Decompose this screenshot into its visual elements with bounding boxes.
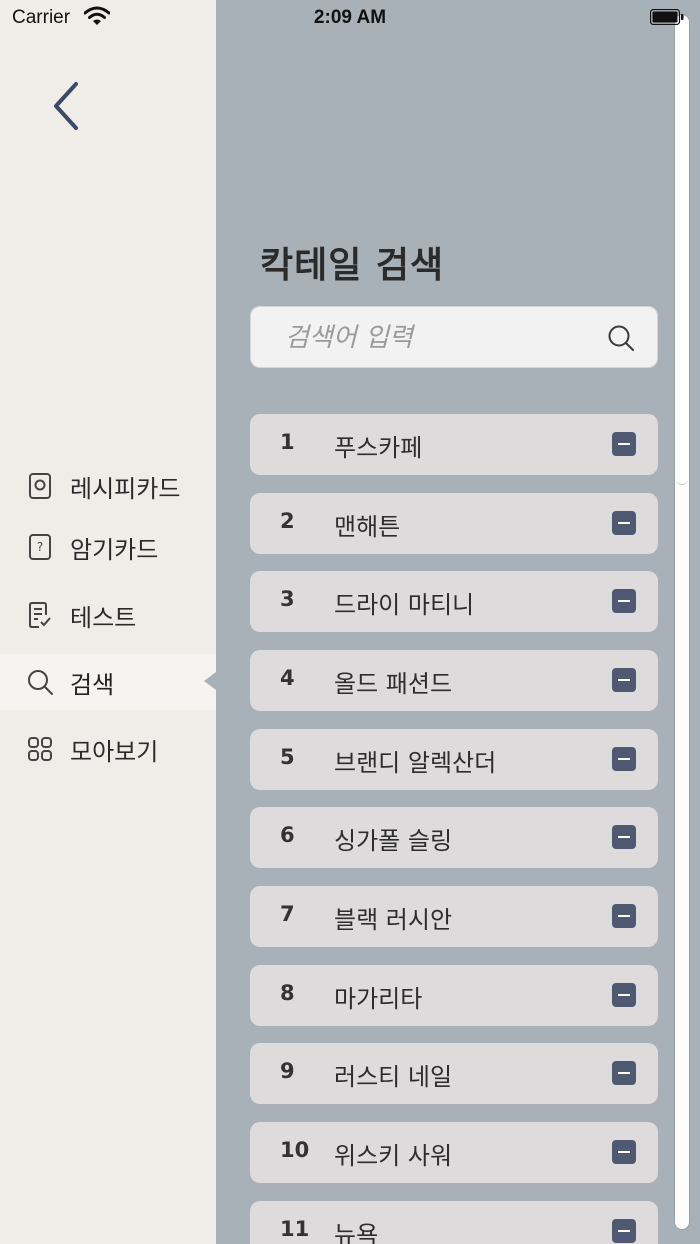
list-item[interactable]: 1 푸스카페 bbox=[250, 414, 658, 475]
status-bar: Carrier 2:09 AM bbox=[0, 0, 700, 36]
list-item[interactable]: 10 위스키 사워 bbox=[250, 1122, 658, 1183]
battery-icon bbox=[650, 9, 684, 25]
active-indicator bbox=[204, 672, 216, 690]
chevron-left-icon bbox=[54, 82, 78, 130]
item-name: 블랙 러시안 bbox=[334, 906, 453, 934]
list-item[interactable]: 3 드라이 마티니 bbox=[250, 571, 658, 632]
list-item[interactable]: 7 블랙 러시안 bbox=[250, 886, 658, 947]
item-name: 브랜디 알렉산더 bbox=[334, 749, 497, 777]
item-number: 7 bbox=[280, 902, 295, 926]
item-number: 6 bbox=[280, 823, 295, 847]
remove-button[interactable] bbox=[612, 904, 636, 928]
item-name: 뉴욕 bbox=[334, 1221, 379, 1244]
item-name: 올드 패션드 bbox=[334, 670, 453, 698]
remove-button[interactable] bbox=[612, 1061, 636, 1085]
remove-button[interactable] bbox=[612, 589, 636, 613]
remove-button[interactable] bbox=[612, 511, 636, 535]
back-button[interactable] bbox=[46, 76, 86, 136]
item-name: 싱가폴 슬링 bbox=[334, 827, 453, 855]
remove-button[interactable] bbox=[612, 1140, 636, 1164]
list-item[interactable]: 5 브랜디 알렉산더 bbox=[250, 729, 658, 790]
item-number: 4 bbox=[280, 666, 295, 690]
item-number: 1 bbox=[280, 430, 295, 454]
sidebar: 레시피카드 ? 암기카드 테스트 검색 모아보기 bbox=[0, 0, 216, 1244]
sidebar-item-collection[interactable]: 모아보기 bbox=[0, 721, 216, 777]
item-number: 5 bbox=[280, 745, 295, 769]
clock: 2:09 AM bbox=[313, 7, 387, 28]
scrollbar[interactable] bbox=[674, 14, 690, 1230]
sidebar-item-label: 레시피카드 bbox=[70, 474, 181, 503]
item-number: 2 bbox=[280, 509, 295, 533]
scrollbar-thumb[interactable] bbox=[676, 16, 688, 485]
list-item[interactable]: 8 마가리타 bbox=[250, 965, 658, 1026]
remove-button[interactable] bbox=[612, 668, 636, 692]
item-name: 위스키 사워 bbox=[334, 1142, 453, 1170]
card-icon bbox=[29, 473, 51, 499]
sidebar-item-recipe-cards[interactable]: 레시피카드 bbox=[0, 458, 216, 514]
remove-button[interactable] bbox=[612, 432, 636, 456]
sidebar-item-flashcards[interactable]: ? 암기카드 bbox=[0, 519, 216, 575]
item-name: 맨해튼 bbox=[334, 513, 401, 541]
item-number: 11 bbox=[280, 1217, 310, 1241]
remove-button[interactable] bbox=[612, 1219, 636, 1243]
search-box bbox=[250, 306, 658, 368]
sidebar-item-label: 암기카드 bbox=[70, 535, 159, 564]
item-name: 푸스카페 bbox=[334, 434, 423, 462]
sidebar-item-label: 모아보기 bbox=[70, 737, 159, 766]
item-name: 러스티 네일 bbox=[334, 1063, 453, 1091]
list-item[interactable]: 4 올드 패션드 bbox=[250, 650, 658, 711]
item-number: 8 bbox=[280, 981, 295, 1005]
question-card-icon: ? bbox=[29, 534, 51, 560]
item-number: 10 bbox=[280, 1138, 310, 1162]
list-item[interactable]: 11 뉴욕 bbox=[250, 1201, 658, 1244]
item-name: 드라이 마티니 bbox=[334, 591, 475, 619]
page-title: 칵테일 검색 bbox=[260, 245, 445, 286]
sidebar-item-label: 테스트 bbox=[70, 603, 137, 632]
sidebar-item-label: 검색 bbox=[70, 670, 115, 699]
remove-button[interactable] bbox=[612, 983, 636, 1007]
search-input[interactable] bbox=[283, 317, 607, 359]
list-item[interactable]: 9 러스티 네일 bbox=[250, 1043, 658, 1104]
sidebar-item-test[interactable]: 테스트 bbox=[0, 587, 216, 643]
remove-button[interactable] bbox=[612, 825, 636, 849]
main-panel: 칵테일 검색 1 푸스카페 2 맨해튼 3 드라이 마티니 4 올드 패션드 bbox=[216, 0, 700, 1244]
sidebar-item-search[interactable]: 검색 bbox=[0, 654, 216, 710]
svg-text:?: ? bbox=[37, 540, 43, 554]
checklist-icon bbox=[29, 602, 51, 628]
item-number: 9 bbox=[280, 1059, 295, 1083]
list-item[interactable]: 2 맨해튼 bbox=[250, 493, 658, 554]
remove-button[interactable] bbox=[612, 747, 636, 771]
grid-icon bbox=[28, 737, 52, 761]
item-name: 마가리타 bbox=[334, 985, 423, 1013]
search-icon[interactable] bbox=[607, 324, 635, 352]
list-item[interactable]: 6 싱가폴 슬링 bbox=[250, 807, 658, 868]
item-number: 3 bbox=[280, 587, 295, 611]
search-icon bbox=[28, 670, 53, 695]
